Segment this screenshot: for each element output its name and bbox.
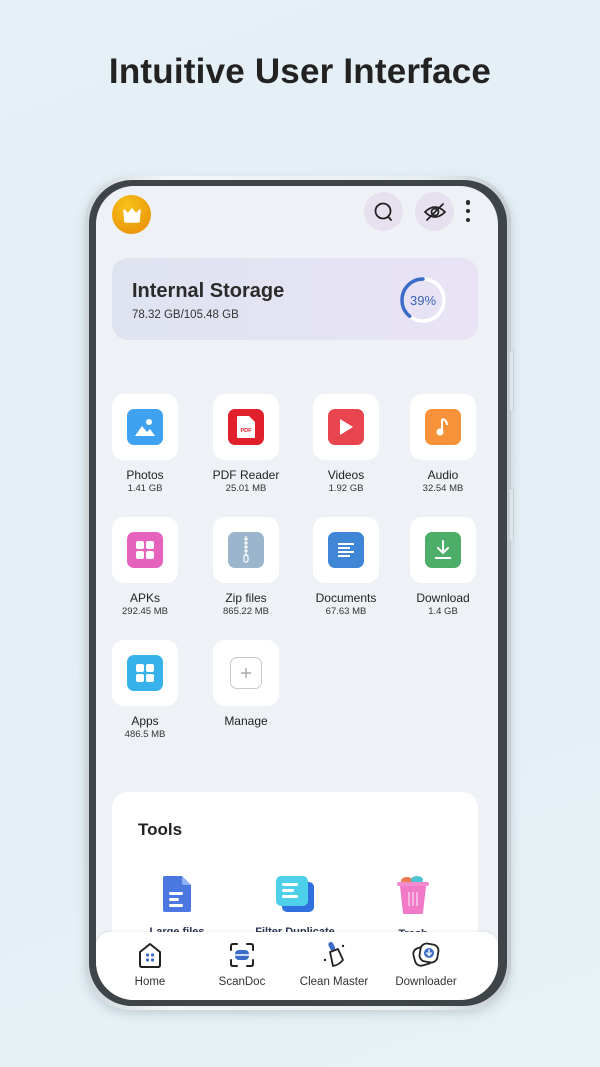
category-documents[interactable]: Documents 67.63 MB <box>306 517 386 618</box>
category-label: APKs <box>129 591 160 605</box>
internal-storage-card[interactable]: Internal Storage 78.32 GB/105.48 GB 39% <box>112 258 478 340</box>
downloader-icon <box>412 942 440 967</box>
category-label: Videos <box>327 468 365 482</box>
scan-icon <box>230 943 254 967</box>
category-tile <box>313 394 379 460</box>
svg-text:PDF: PDF <box>241 428 253 434</box>
image-icon <box>127 409 163 445</box>
category-label: Photos <box>126 468 164 482</box>
large-file-icon <box>163 876 191 912</box>
volume-button <box>509 350 514 412</box>
download-icon <box>425 532 461 568</box>
power-button <box>509 488 514 542</box>
nav-home[interactable]: Home <box>102 940 198 988</box>
category-size: 1.4 GB <box>428 606 458 617</box>
category-label: Zip files <box>225 591 267 605</box>
category-pdf-reader[interactable]: PDF PDF Reader 25.01 MB <box>206 394 286 495</box>
category-label: Audio <box>427 468 459 482</box>
plus-icon <box>230 657 262 689</box>
category-label: Manage <box>224 714 268 728</box>
storage-percent: 39% <box>409 292 437 308</box>
storage-usage: 78.32 GB/105.48 GB <box>132 309 239 321</box>
category-tile <box>213 517 279 583</box>
hide-files-button[interactable] <box>415 192 454 231</box>
bottom-navigation: Home ScanDoc Clean Master Downloader <box>96 932 498 1000</box>
category-tile <box>213 640 279 706</box>
category-tile <box>112 517 178 583</box>
category-download[interactable]: Download 1.4 GB <box>403 517 483 618</box>
phone-screen: Internal Storage 78.32 GB/105.48 GB 39% … <box>96 186 498 1000</box>
category-size: 292.45 MB <box>122 606 168 617</box>
nav-downloader[interactable]: Downloader <box>378 940 474 988</box>
category-size: 1.41 GB <box>127 483 163 494</box>
category-videos[interactable]: Videos 1.92 GB <box>306 394 386 495</box>
category-tile <box>313 517 379 583</box>
category-tile <box>112 640 178 706</box>
nav-scandoc[interactable]: ScanDoc <box>194 940 290 988</box>
headline: Intuitive User Interface <box>108 52 492 91</box>
category-photos[interactable]: Photos 1.41 GB <box>105 394 185 495</box>
document-icon <box>328 532 364 568</box>
category-label: Download <box>416 591 470 605</box>
more-options-button[interactable] <box>464 200 472 222</box>
category-tile <box>410 394 476 460</box>
category-apks[interactable]: APKs 292.45 MB <box>105 517 185 618</box>
nav-label: ScanDoc <box>218 976 266 988</box>
category-size: 67.63 MB <box>325 606 367 617</box>
tools-title: Tools <box>138 820 183 839</box>
category-size: 32.54 MB <box>422 483 464 494</box>
category-size: 25.01 MB <box>225 483 267 494</box>
nav-clean-master[interactable]: Clean Master <box>286 940 382 988</box>
music-note-icon <box>425 409 461 445</box>
broom-icon <box>323 941 345 967</box>
category-audio[interactable]: Audio 32.54 MB <box>403 394 483 495</box>
trash-icon <box>397 876 429 914</box>
duplicate-icon <box>276 876 314 912</box>
nav-label: Downloader <box>395 976 457 988</box>
category-label: PDF Reader <box>212 468 280 482</box>
category-zip-files[interactable]: Zip files 865.22 MB <box>206 517 286 618</box>
nav-label: Home <box>134 976 166 988</box>
category-tile <box>410 517 476 583</box>
play-icon <box>328 409 364 445</box>
category-label: Apps <box>131 714 159 728</box>
nav-label: Clean Master <box>299 976 369 988</box>
category-manage[interactable]: Manage <box>206 640 286 728</box>
category-size: 865.22 MB <box>223 606 269 617</box>
category-label: Documents <box>315 591 377 605</box>
category-tile: PDF <box>213 394 279 460</box>
pdf-icon: PDF <box>228 409 264 445</box>
category-tile <box>112 394 178 460</box>
premium-button[interactable] <box>112 195 151 234</box>
apk-grid-icon <box>127 532 163 568</box>
search-button[interactable] <box>364 192 403 231</box>
category-size: 1.92 GB <box>328 483 364 494</box>
category-size: 486.5 MB <box>124 729 166 740</box>
apps-grid-icon <box>127 655 163 691</box>
home-icon <box>139 943 161 968</box>
zip-icon <box>228 532 264 568</box>
category-apps[interactable]: Apps 486.5 MB <box>105 640 185 741</box>
search-icon <box>374 202 392 221</box>
eye-off-icon <box>423 202 446 221</box>
crown-icon <box>122 207 141 223</box>
storage-title: Internal Storage <box>132 280 285 302</box>
